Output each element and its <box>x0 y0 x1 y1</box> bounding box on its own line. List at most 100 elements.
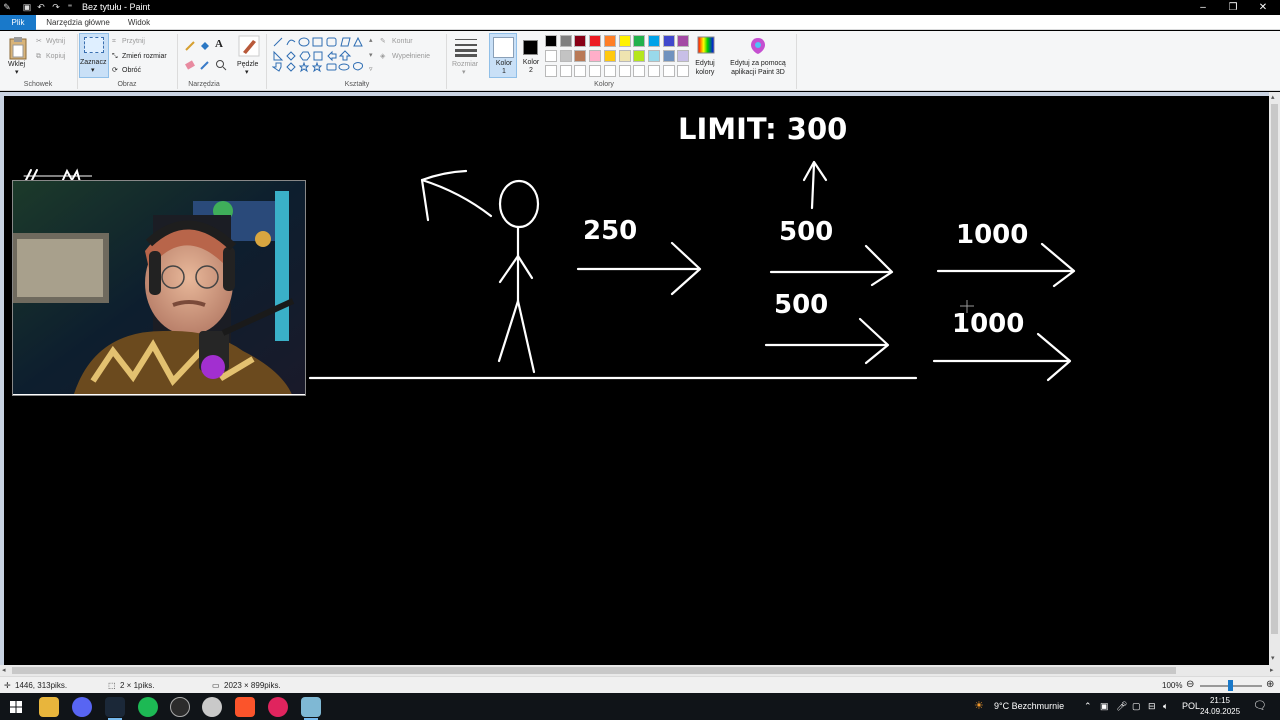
outline-button[interactable]: Kontur <box>392 37 413 46</box>
color-swatch[interactable] <box>633 50 646 62</box>
tab-file[interactable]: Plik <box>0 15 36 30</box>
outline-icon[interactable]: ✎ <box>380 37 386 46</box>
paint3d-button[interactable]: Edytuj za pomocą aplikacji Paint 3D <box>724 59 792 77</box>
color-swatch[interactable] <box>545 50 557 62</box>
magnifier-icon[interactable] <box>215 59 227 71</box>
edit-colors-label[interactable]: Edytuj kolory <box>693 59 717 77</box>
input-language[interactable]: POL <box>1182 693 1200 720</box>
vertical-scroll-thumb[interactable] <box>1271 104 1278 634</box>
custom-color-slot[interactable] <box>545 65 557 77</box>
color-swatch[interactable] <box>603 35 616 47</box>
minimize-button[interactable]: – <box>1188 0 1218 15</box>
custom-color-slot[interactable] <box>633 65 646 77</box>
scroll-right-icon[interactable]: ▸ <box>1270 666 1274 675</box>
size-icon[interactable] <box>454 37 478 57</box>
scroll-up-icon[interactable]: ▴ <box>1271 93 1275 102</box>
crop-icon[interactable]: ⌗ <box>112 37 116 46</box>
vertical-scrollbar[interactable]: ▴ ▾ <box>1269 92 1280 665</box>
size-dropdown-icon[interactable]: ▾ <box>462 68 466 77</box>
color-swatch[interactable] <box>647 50 660 62</box>
resize-icon[interactable]: ⤡ <box>112 52 118 61</box>
fill-shape-button[interactable]: Wypełnienie <box>392 52 430 61</box>
undo-icon[interactable]: ↶ <box>36 2 46 12</box>
custom-color-slot[interactable] <box>618 65 631 77</box>
color1-button[interactable]: Kolor 1 <box>489 33 517 78</box>
horizontal-scrollbar[interactable]: ◂ ▸ <box>0 665 1280 676</box>
color-swatch[interactable] <box>677 35 690 47</box>
color-swatch[interactable] <box>662 50 675 62</box>
color-swatch[interactable] <box>574 35 587 47</box>
app-red-icon[interactable] <box>268 697 288 717</box>
fill-icon[interactable] <box>199 40 211 52</box>
file-explorer-icon[interactable] <box>39 697 59 717</box>
custom-color-slot[interactable] <box>603 65 616 77</box>
color-swatch[interactable] <box>545 35 557 47</box>
customize-dropdown-icon[interactable]: ⁼ <box>65 2 75 12</box>
network-icon[interactable]: ⊟ <box>1148 693 1156 720</box>
rotate-button[interactable]: Obróć <box>122 66 141 75</box>
spotify-icon[interactable] <box>138 697 158 717</box>
obs-icon[interactable] <box>170 697 190 717</box>
color2-button[interactable]: Kolor 2 <box>519 33 543 78</box>
scroll-left-icon[interactable]: ◂ <box>2 666 6 675</box>
custom-color-slot[interactable] <box>662 65 675 77</box>
clock[interactable]: 21:15 24.09.2025 <box>1200 695 1240 719</box>
brushes-dropdown-icon[interactable]: ▾ <box>245 68 249 77</box>
brushes-icon[interactable] <box>238 35 260 57</box>
volume-icon[interactable]: 🔈︎ <box>1163 693 1168 720</box>
tab-view[interactable]: Widok <box>120 15 158 30</box>
brave-browser-icon[interactable] <box>235 697 255 717</box>
color-swatch[interactable] <box>603 50 616 62</box>
text-tool-icon[interactable]: A <box>215 39 223 50</box>
resize-button[interactable]: Zmień rozmiar <box>122 52 167 61</box>
start-windows-icon[interactable] <box>10 701 22 713</box>
color-swatch[interactable] <box>618 50 631 62</box>
custom-color-slot[interactable] <box>589 65 602 77</box>
steam-icon[interactable] <box>105 697 125 720</box>
color-swatch[interactable] <box>559 50 572 62</box>
paste-dropdown-icon[interactable]: ▾ <box>15 68 19 77</box>
fill-shape-icon[interactable]: ◈ <box>380 52 385 61</box>
scroll-down-icon[interactable]: ▾ <box>1271 654 1275 663</box>
zoom-out-button[interactable]: ⊖ <box>1186 679 1194 690</box>
edit-colors-icon[interactable] <box>697 36 715 54</box>
custom-color-slot[interactable] <box>677 65 690 77</box>
discord-icon[interactable] <box>72 697 92 717</box>
zoom-in-button[interactable]: ⊕ <box>1266 679 1274 690</box>
cut-button[interactable]: Wytnij <box>46 37 65 46</box>
notifications-icon[interactable]: 🗨︎ <box>1253 693 1267 720</box>
restore-button[interactable]: ❐ <box>1218 0 1248 15</box>
pencil-icon[interactable] <box>184 40 196 52</box>
color-swatch[interactable] <box>633 35 646 47</box>
rotate-icon[interactable]: ⟳ <box>112 66 118 75</box>
custom-color-slot[interactable] <box>647 65 660 77</box>
eraser-icon[interactable] <box>184 59 196 71</box>
tab-home[interactable]: Narzędzia główne <box>40 15 116 30</box>
paint-taskbar-icon[interactable] <box>301 697 321 720</box>
select-button[interactable]: Zaznacz ▾ <box>79 33 109 78</box>
paint3d-icon[interactable] <box>750 37 766 55</box>
color-swatch[interactable] <box>677 50 690 62</box>
color-swatch[interactable] <box>618 35 631 47</box>
tray-capture-icon[interactable]: ▢ <box>1132 693 1141 720</box>
tray-expand-icon[interactable]: ⌃ <box>1084 693 1092 720</box>
tray-app-icon[interactable]: ▣ <box>1100 693 1109 720</box>
paste-icon[interactable] <box>8 36 28 60</box>
copy-icon[interactable]: ⧉ <box>36 52 41 61</box>
save-icon[interactable]: ▣ <box>22 2 32 12</box>
horizontal-scroll-thumb[interactable] <box>12 667 1176 674</box>
crop-button[interactable]: Przytnij <box>122 37 145 46</box>
app-shield-icon[interactable] <box>202 697 222 717</box>
shapes-scroll-up-icon[interactable]: ▴ <box>369 36 373 45</box>
close-button[interactable]: ✕ <box>1248 0 1278 15</box>
color-swatch[interactable] <box>647 35 660 47</box>
microphone-icon[interactable]: 🎤︎ <box>1116 693 1127 720</box>
color-swatch[interactable] <box>589 35 602 47</box>
weather-text[interactable]: 9°C Bezchmurnie <box>994 693 1064 720</box>
custom-color-slot[interactable] <box>559 65 572 77</box>
color-swatch[interactable] <box>662 35 675 47</box>
copy-button[interactable]: Kopiuj <box>46 52 65 61</box>
cut-icon[interactable]: ✂ <box>36 37 42 46</box>
custom-color-slot[interactable] <box>574 65 587 77</box>
shapes-scroll-down-icon[interactable]: ▾ <box>369 51 373 60</box>
